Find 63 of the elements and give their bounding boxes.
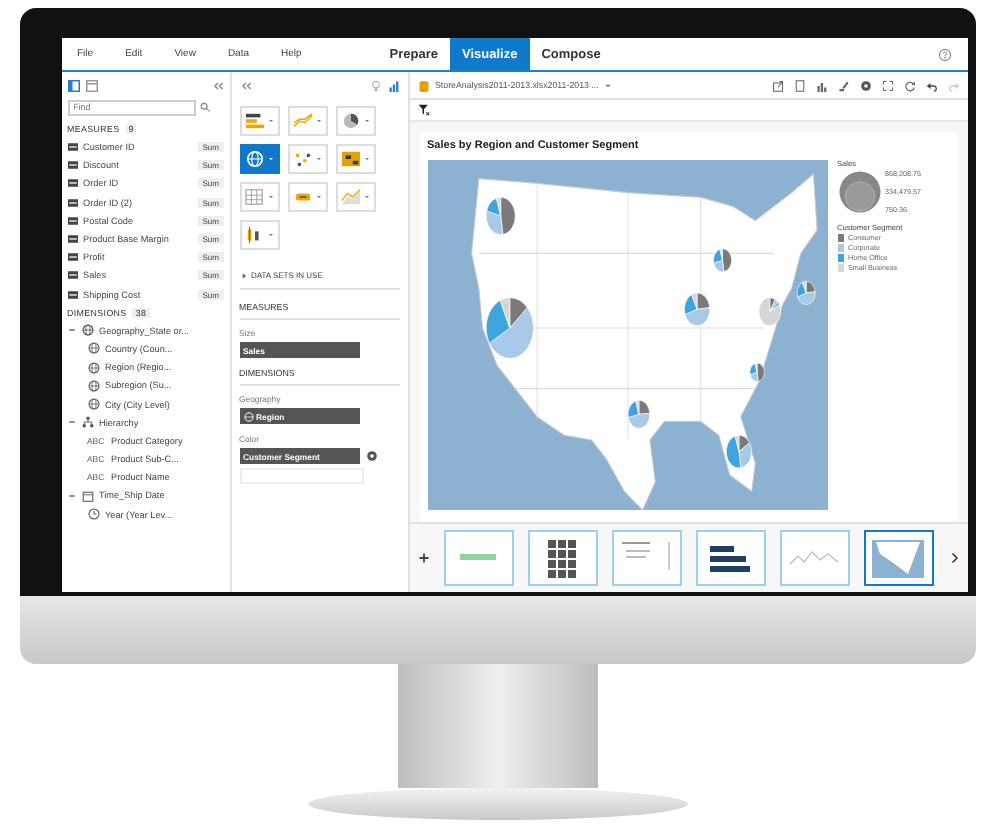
expand-arrow-icon[interactable] bbox=[239, 271, 247, 279]
globe-icon bbox=[87, 361, 99, 374]
database-icon bbox=[417, 79, 429, 91]
map-preview-drawing bbox=[872, 540, 924, 578]
tag-chart-icon bbox=[292, 188, 314, 206]
map-drawing[interactable] bbox=[427, 160, 827, 510]
fullscreen-icon[interactable] bbox=[881, 79, 893, 91]
text-preview-drawing bbox=[622, 542, 670, 570]
measure-icon bbox=[67, 252, 77, 263]
page-thumbnail[interactable] bbox=[443, 530, 513, 586]
next-icon[interactable] bbox=[947, 552, 959, 564]
clock-icon bbox=[87, 508, 99, 521]
brush-icon[interactable] bbox=[837, 79, 849, 91]
page-thumbnail[interactable] bbox=[695, 530, 765, 586]
measure-icon bbox=[67, 289, 77, 300]
size-legend-icon bbox=[837, 170, 881, 214]
measure-icon bbox=[67, 270, 77, 281]
lightbulb-icon[interactable] bbox=[369, 79, 381, 91]
page-thumbnail[interactable] bbox=[779, 530, 849, 586]
line-chart-icon bbox=[292, 112, 314, 130]
panel-icon[interactable] bbox=[67, 79, 79, 91]
hierarchy-icon bbox=[81, 416, 93, 429]
help-icon[interactable] bbox=[937, 47, 951, 61]
globe-icon bbox=[243, 411, 253, 421]
page-thumbnail[interactable] bbox=[863, 530, 933, 586]
export-icon[interactable] bbox=[771, 79, 783, 91]
table-chart-icon bbox=[244, 188, 266, 206]
pie-chart-icon bbox=[340, 112, 362, 130]
add-icon[interactable] bbox=[417, 552, 429, 564]
measure-icon bbox=[67, 197, 77, 208]
measure-icon bbox=[67, 142, 77, 153]
number-preview-drawing bbox=[460, 554, 496, 560]
collapse-icon[interactable] bbox=[211, 79, 223, 91]
area-chart-icon bbox=[340, 188, 362, 206]
collapse-icon[interactable] bbox=[239, 79, 251, 91]
line-preview-drawing bbox=[789, 551, 839, 565]
globe-icon bbox=[87, 398, 99, 411]
bar-chart-icon bbox=[244, 112, 266, 130]
document-icon[interactable] bbox=[793, 79, 805, 91]
page-thumbnail[interactable] bbox=[527, 530, 597, 586]
search-icon bbox=[199, 102, 209, 112]
heat-chart-icon bbox=[340, 150, 362, 168]
measure-icon bbox=[67, 215, 77, 226]
globe-icon bbox=[87, 342, 99, 355]
refresh-icon[interactable] bbox=[903, 79, 915, 91]
globe-icon bbox=[87, 379, 99, 392]
page-thumbnail[interactable] bbox=[611, 530, 681, 586]
settings-icon[interactable] bbox=[365, 450, 377, 462]
settings-icon[interactable] bbox=[859, 79, 871, 91]
grid-preview-drawing bbox=[548, 540, 576, 578]
filter-icon[interactable] bbox=[417, 104, 429, 116]
bar-chart-icon[interactable] bbox=[387, 79, 399, 91]
measure-icon bbox=[67, 178, 77, 189]
calendar-icon bbox=[81, 489, 93, 502]
panel-icon[interactable] bbox=[85, 79, 97, 91]
globe-icon bbox=[81, 324, 93, 337]
measure-icon bbox=[67, 234, 77, 245]
scatter-chart-icon bbox=[292, 150, 314, 168]
undo-icon[interactable] bbox=[925, 79, 937, 91]
geo-chart-icon bbox=[244, 150, 266, 168]
measure-icon bbox=[67, 160, 77, 171]
bar-chart-icon[interactable] bbox=[815, 79, 827, 91]
bars-preview-drawing bbox=[710, 546, 750, 572]
